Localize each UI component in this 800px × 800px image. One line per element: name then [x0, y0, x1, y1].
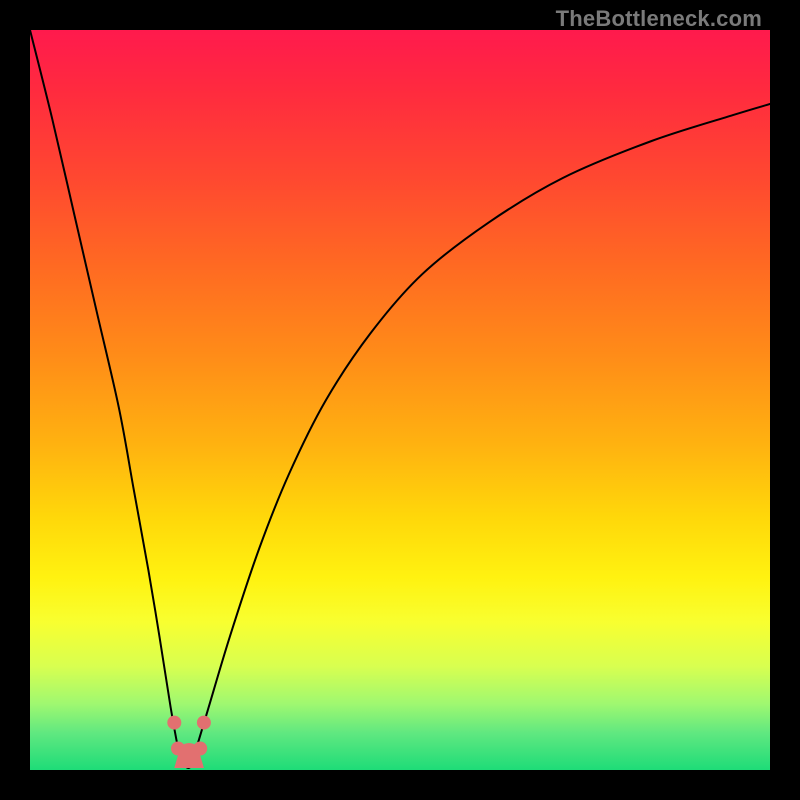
min-region-fill: [174, 743, 204, 768]
min-region-dot: [171, 742, 185, 756]
bottleneck-curve: [30, 30, 770, 768]
min-region-dot: [193, 742, 207, 756]
plot-area: [30, 30, 770, 770]
min-region-dot: [167, 716, 181, 730]
min-region-markers: [167, 716, 211, 768]
chart-frame: TheBottleneck.com: [0, 0, 800, 800]
min-region-dot: [197, 716, 211, 730]
watermark-text: TheBottleneck.com: [556, 6, 762, 32]
curve-layer: [30, 30, 770, 770]
